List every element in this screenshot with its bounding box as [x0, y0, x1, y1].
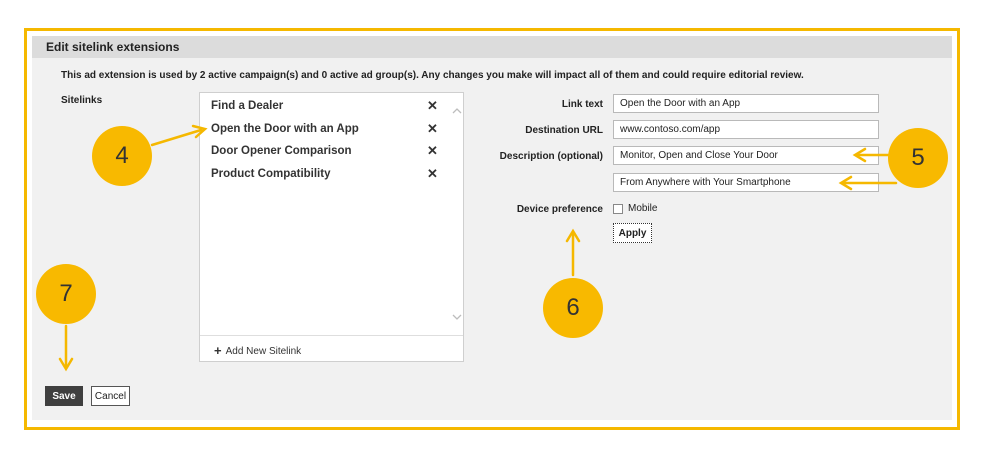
callout-badge-4: 4 [92, 126, 152, 186]
callout-badge-6: 6 [543, 278, 603, 338]
callout-badge-7: 7 [36, 264, 96, 324]
callout-arrows [58, 124, 898, 372]
callout-badge-5: 5 [888, 128, 948, 188]
